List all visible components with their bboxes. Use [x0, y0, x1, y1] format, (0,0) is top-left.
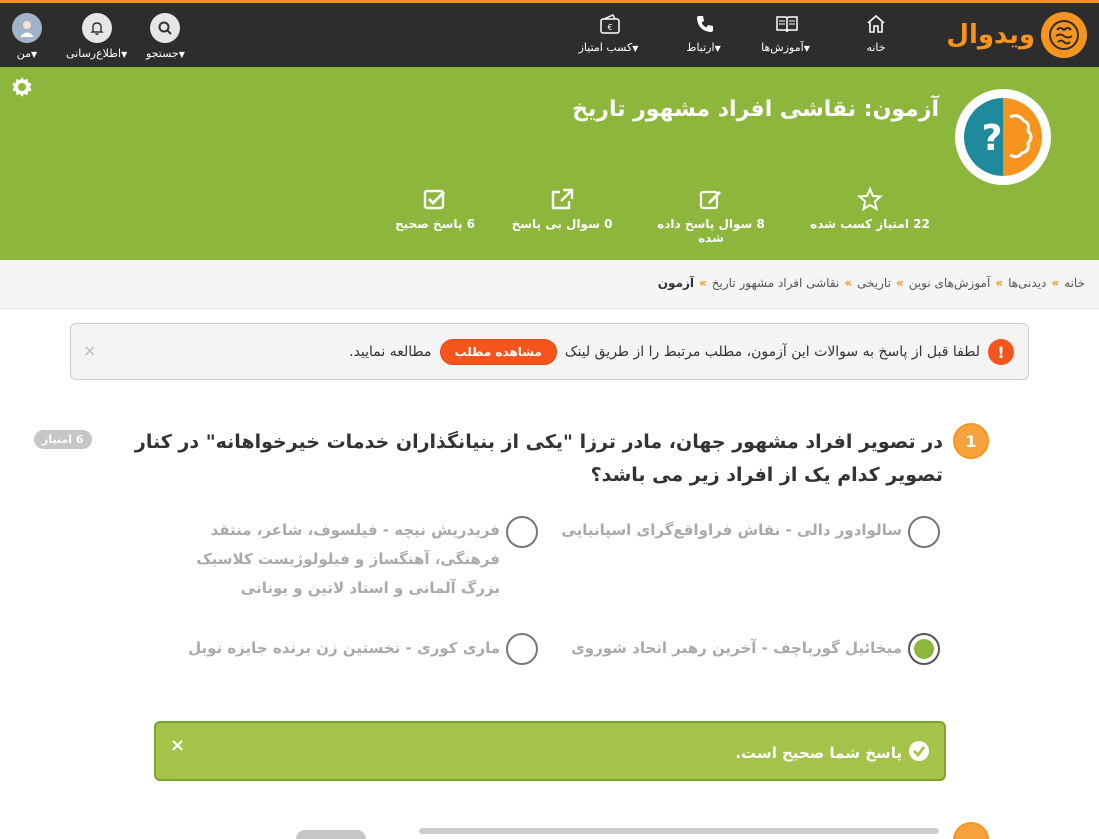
- search-icon: [150, 13, 181, 43]
- search-button[interactable]: جستجو▼: [146, 13, 185, 60]
- exclamation-icon: !: [988, 339, 1014, 365]
- svg-text:€: €: [607, 23, 612, 32]
- edit-icon: [699, 190, 721, 210]
- breadcrumb-historical[interactable]: تاریخی: [857, 276, 891, 290]
- chevron-down-icon: ▼: [121, 50, 128, 59]
- close-icon[interactable]: ×: [83, 341, 96, 360]
- stat-points-label: 22 امتیاز کسب شده: [810, 217, 930, 231]
- bell-icon: [81, 13, 112, 43]
- option-2-radio[interactable]: [506, 516, 538, 548]
- breadcrumb-sights[interactable]: دیدنی‌ها: [1008, 276, 1046, 290]
- brain-logo-icon: [1041, 12, 1087, 58]
- breadcrumb-modern-tutorials[interactable]: آموزش‌های نوین: [909, 276, 991, 290]
- nav-courses[interactable]: آموزش‌ها▼: [742, 13, 832, 54]
- svg-text:?: ?: [982, 118, 1003, 159]
- wallet-icon: €: [565, 13, 655, 37]
- next-points-badge: [296, 830, 366, 839]
- user-menu-label: من: [16, 47, 32, 60]
- nav-contact[interactable]: ارتباط▼: [660, 13, 750, 54]
- question-number: 1: [953, 423, 989, 459]
- breadcrumb-home[interactable]: خانه: [1064, 276, 1085, 290]
- option-3-label[interactable]: میخائیل گورباچف - آخرین رهبر اتحاد شوروی: [560, 634, 902, 663]
- nav-earn-points-label: کسب امتیاز: [578, 41, 633, 54]
- logo-text: ویدوال: [946, 20, 1035, 50]
- page-title: آزمون: نقاشی افراد مشهور تاریخ: [572, 97, 939, 122]
- stat-correct-label: 6 پاسخ صحیح: [395, 217, 475, 231]
- answer-result-alert: پاسخ شما صحیح است. ×: [154, 721, 946, 781]
- search-label: جستجو: [146, 47, 179, 60]
- chevron-down-icon: ▼: [803, 44, 810, 53]
- option-1-radio[interactable]: [908, 516, 940, 548]
- stat-correct: 6 پاسخ صحیح: [370, 187, 500, 231]
- option-1-label[interactable]: سالوادور دالی - نقاش فراواقع‌گرای اسپانی…: [560, 516, 902, 545]
- result-content: پاسخ شما صحیح است.: [735, 740, 930, 766]
- star-icon: [857, 187, 883, 211]
- question-text: در تصویر افراد مشهور جهان، مادر ترزا "یک…: [134, 431, 943, 486]
- view-article-button[interactable]: مشاهده مطلب: [439, 339, 557, 365]
- notice-text-after: مطالعه نمایید.: [349, 344, 432, 360]
- next-question-preview: [419, 828, 939, 834]
- nav-home-label: خانه: [866, 41, 886, 54]
- breadcrumb-article[interactable]: نقاشی افراد مشهور تاریخ: [712, 276, 839, 290]
- notifications-button[interactable]: اطلاع‌رسانی▼: [66, 13, 127, 60]
- option-4-radio[interactable]: [506, 633, 538, 665]
- checkbox-icon: [423, 189, 445, 210]
- external-link-icon: [551, 188, 574, 210]
- stat-answered-label: 8 سوال پاسخ داده شده: [657, 217, 765, 245]
- next-question-number: [953, 822, 989, 839]
- nav-home[interactable]: خانه: [831, 13, 921, 54]
- check-circle-icon: [908, 740, 930, 766]
- chevron-down-icon: ▼: [714, 44, 721, 53]
- home-icon: [831, 13, 921, 37]
- notice-text-before: لطفا قبل از پاسخ به سوالات این آزمون، مط…: [564, 344, 980, 360]
- chevron-down-icon: ▼: [31, 50, 38, 59]
- stat-unanswered: 0 سوال بی پاسخ: [497, 187, 627, 231]
- quiz-banner: ? آزمون: نقاشی افراد مشهور تاریخ 22 امتی…: [0, 67, 1099, 260]
- chevron-down-icon: ▼: [178, 50, 185, 59]
- site-logo[interactable]: ویدوال: [946, 11, 1087, 59]
- quiz-logo-icon: ?: [955, 89, 1051, 185]
- nav-courses-label: آموزش‌ها: [761, 41, 804, 54]
- option-4-label[interactable]: ماری کوری - نخستین زن برنده جایزه نوبل: [160, 634, 500, 663]
- gear-icon[interactable]: [10, 75, 34, 103]
- nav-earn-points[interactable]: € کسب امتیاز▼: [565, 13, 655, 54]
- chevron-down-icon: ▼: [632, 44, 639, 53]
- notice-content: ! لطفا قبل از پاسخ به سوالات این آزمون، …: [349, 339, 1014, 365]
- stat-unanswered-label: 0 سوال بی پاسخ: [511, 217, 613, 231]
- stat-answered: 8 سوال پاسخ داده شده: [646, 187, 776, 245]
- avatar: [12, 13, 42, 43]
- book-icon: [742, 13, 832, 37]
- breadcrumb: خانه»دیدنی‌ها»آموزش‌های نوین»تاریخی»نقاش…: [657, 276, 1085, 290]
- close-icon[interactable]: ×: [170, 735, 185, 756]
- result-text: پاسخ شما صحیح است.: [735, 744, 902, 762]
- user-menu-button[interactable]: من▼: [12, 13, 42, 60]
- points-badge: 6 امتیاز: [34, 430, 92, 449]
- notifications-label: اطلاع‌رسانی: [66, 47, 122, 60]
- breadcrumb-bar: خانه»دیدنی‌ها»آموزش‌های نوین»تاریخی»نقاش…: [0, 260, 1099, 309]
- nav-contact-label: ارتباط: [686, 41, 715, 54]
- option-2-label[interactable]: فریدریش نیچه - فیلسوف، شاعر، منتقد فرهنگ…: [160, 516, 500, 603]
- top-navbar: ویدوال خانه آموزش‌ها▼ ارتباط▼ € کسب امتی…: [0, 0, 1099, 67]
- option-3-radio[interactable]: [908, 633, 940, 665]
- phone-icon: [660, 13, 750, 37]
- notice-alert: ! لطفا قبل از پاسخ به سوالات این آزمون، …: [70, 323, 1029, 380]
- breadcrumb-current: آزمون: [657, 276, 695, 290]
- stat-points-earned: 22 امتیاز کسب شده: [805, 187, 935, 231]
